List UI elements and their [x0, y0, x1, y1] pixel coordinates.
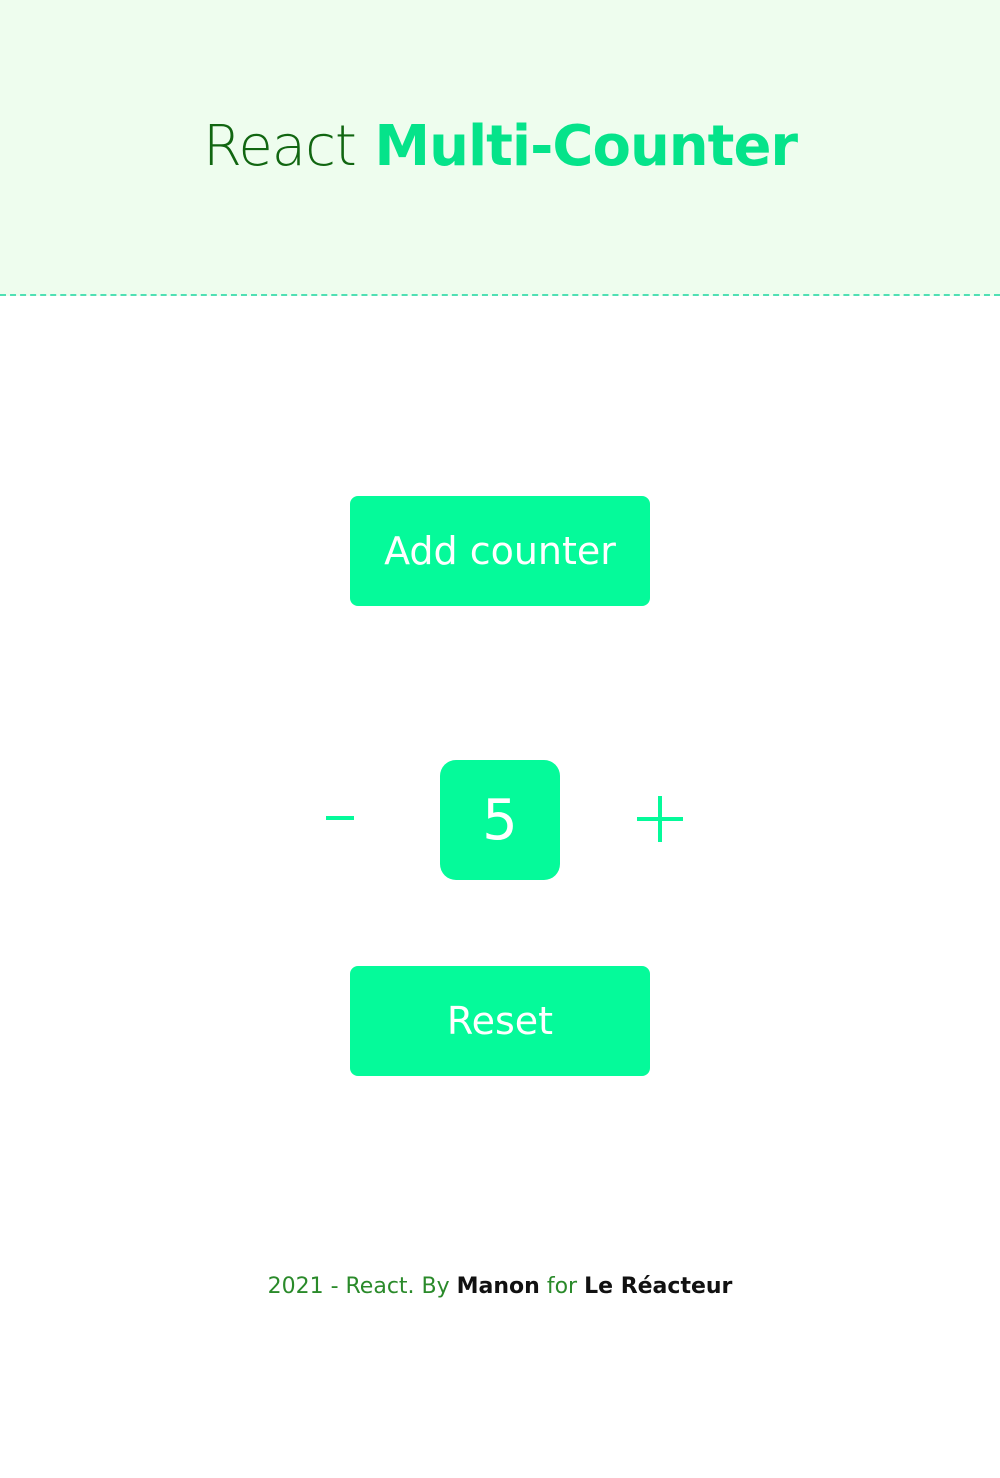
page-header: React Multi-Counter: [0, 0, 1000, 296]
footer-for-text: for: [546, 1274, 578, 1299]
counter-value: 5: [440, 760, 560, 880]
footer-year-text: 2021 - React. By: [267, 1274, 450, 1299]
page-title: React Multi-Counter: [0, 112, 1000, 182]
increment-button[interactable]: [620, 780, 700, 860]
add-counter-button[interactable]: Add counter: [350, 496, 650, 606]
reset-button[interactable]: Reset: [350, 966, 650, 1076]
footer-author: Manon: [456, 1274, 540, 1299]
footer: 2021 - React. By Manon for Le Réacteur: [0, 1272, 1000, 1302]
title-prefix: React: [202, 114, 357, 179]
title-highlight: Multi-Counter: [374, 114, 798, 179]
decrement-button[interactable]: [300, 780, 380, 860]
footer-organization: Le Réacteur: [584, 1274, 733, 1299]
